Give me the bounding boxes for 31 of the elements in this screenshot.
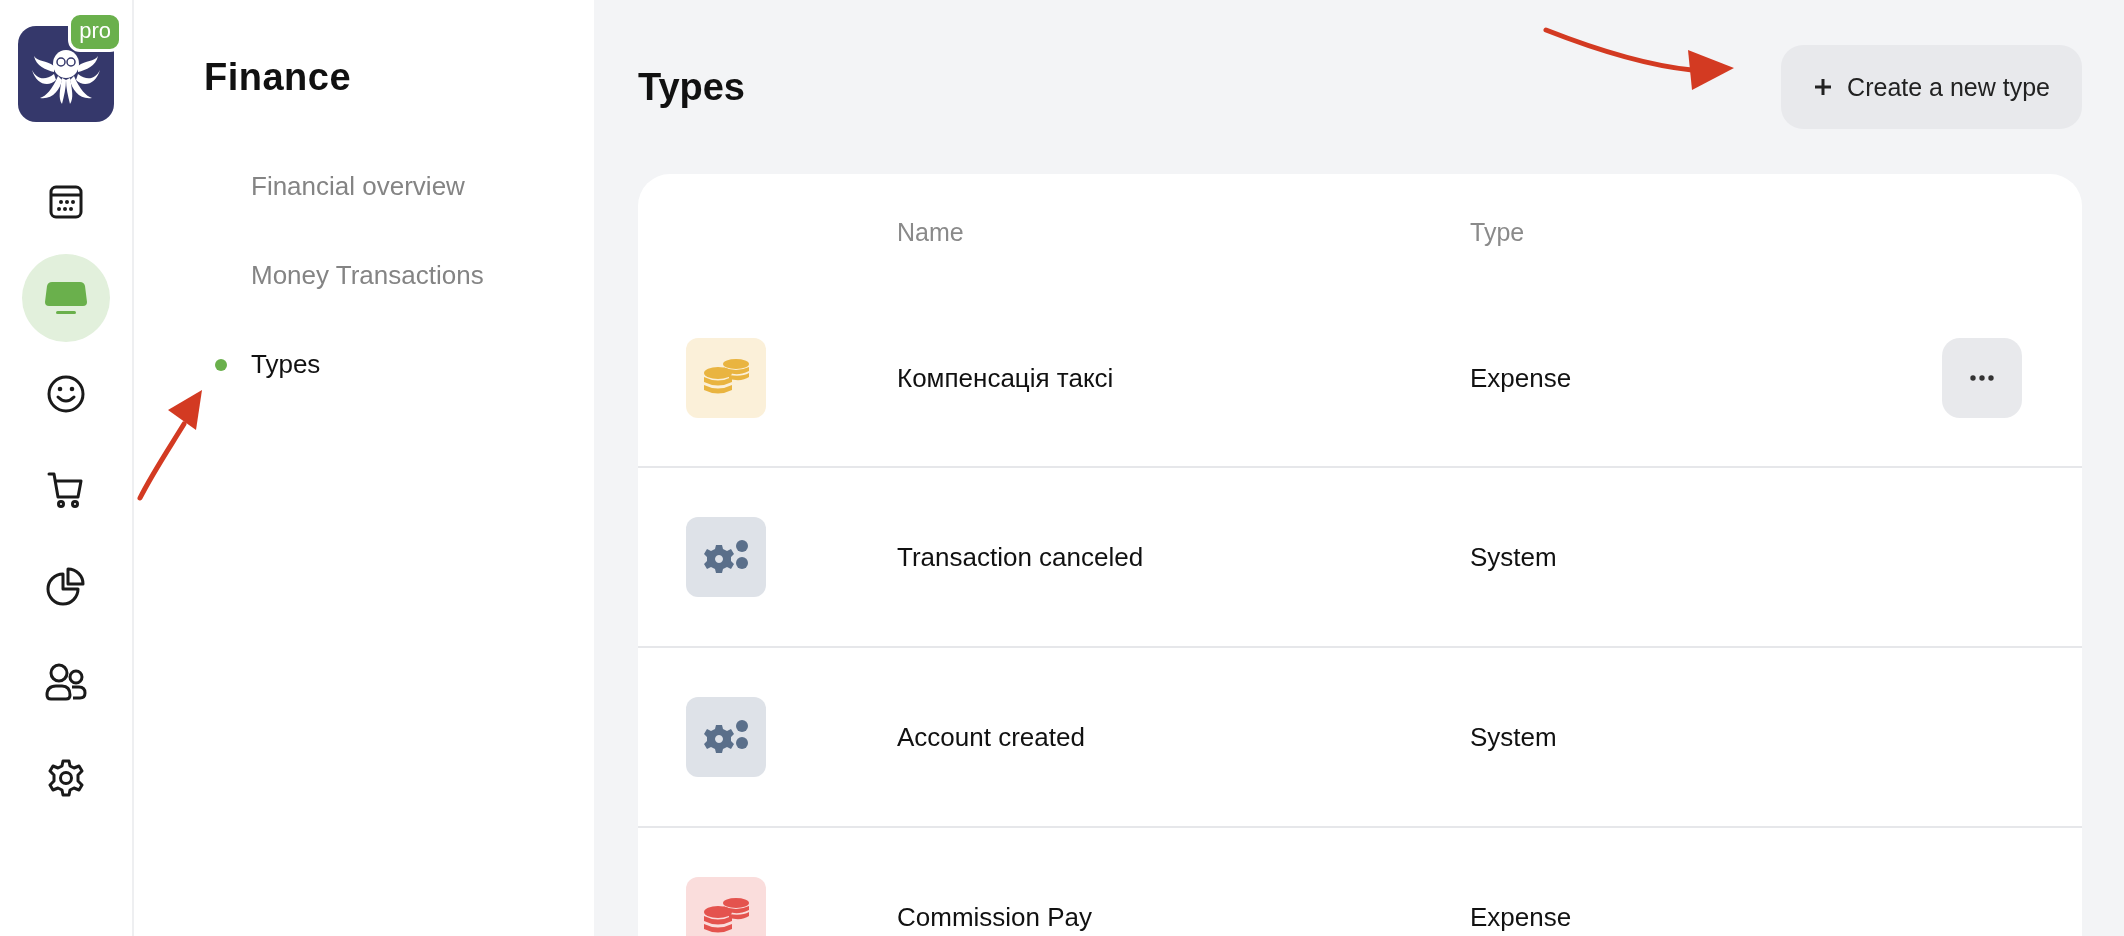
- type-category: Expense: [1470, 362, 1573, 394]
- active-dot-icon: [215, 358, 227, 371]
- column-header: Type: [1470, 217, 1526, 247]
- sidebar-item[interactable]: Financial overview: [251, 171, 465, 202]
- type-name: Account created: [897, 721, 1086, 753]
- type-name: Компенсація таксі: [897, 362, 1115, 394]
- tray-icon: [44, 280, 88, 316]
- plus-icon: [1813, 77, 1834, 97]
- table-row[interactable]: Transaction canceled System: [638, 466, 2082, 646]
- table-row[interactable]: Account created System: [638, 646, 2082, 826]
- type-category: System: [1470, 541, 1558, 573]
- settings-icon: [46, 758, 86, 798]
- sidebar-item[interactable]: Types: [251, 349, 321, 380]
- section-title: Finance: [204, 56, 353, 99]
- type-name: Transaction canceled: [897, 541, 1145, 573]
- calendar-icon: [48, 184, 84, 220]
- table-row[interactable]: Компенсація таксі Expense: [638, 290, 2082, 466]
- create-type-button[interactable]: Create a new type: [1781, 45, 2082, 129]
- pie-chart-icon: [46, 566, 86, 606]
- type-category: Expense: [1470, 901, 1573, 933]
- type-category: System: [1470, 721, 1558, 753]
- sidebar-item[interactable]: Money Transactions: [251, 260, 484, 291]
- smiley-icon: [46, 374, 86, 414]
- octopus-logo[interactable]: [18, 26, 114, 122]
- type-name: Commission Pay: [897, 901, 1094, 933]
- column-header: Name: [897, 217, 965, 247]
- table-row[interactable]: Commission Pay Expense: [638, 826, 2082, 936]
- users-icon: [44, 662, 88, 702]
- pro-badge: pro: [68, 12, 122, 52]
- page-title: Types: [638, 65, 745, 109]
- more-icon: [1970, 375, 1994, 381]
